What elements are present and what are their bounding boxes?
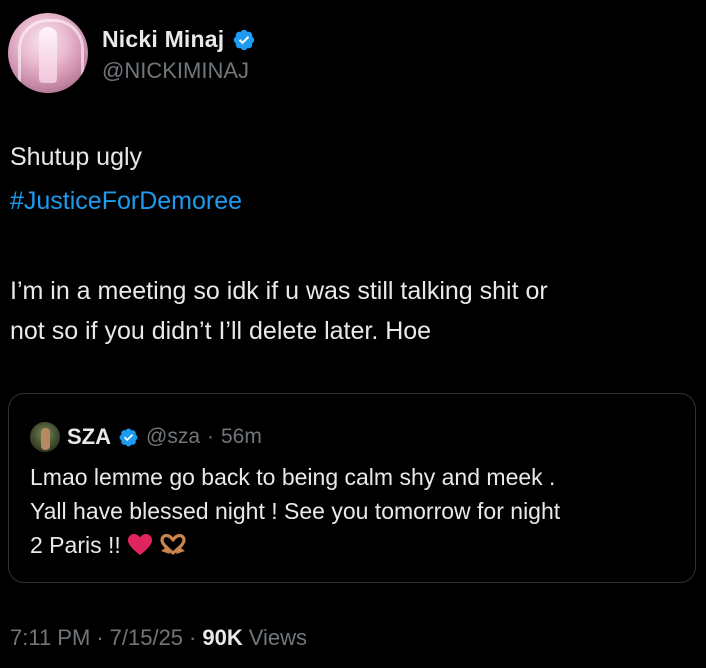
quoted-text-line: Yall have blessed night ! See you tomorr… (30, 498, 561, 524)
author-name[interactable]: Nicki Minaj (102, 26, 224, 53)
verified-badge-icon (234, 29, 255, 50)
quoted-separator: · (207, 425, 214, 448)
meta-separator: · (96, 625, 104, 650)
verified-badge-icon (119, 428, 138, 446)
views-label: Views (248, 625, 308, 650)
quoted-author-avatar (30, 422, 60, 452)
red-heart-icon (127, 532, 153, 566)
tweet-date[interactable]: 7/15/25 (110, 625, 183, 651)
tweet-text-line: not so if you didn’t I’ll delete later. … (10, 317, 432, 345)
meta-separator: · (189, 625, 197, 650)
tweet-text-line: Shutup ugly (10, 143, 143, 171)
quoted-tweet-header: SZA @sza · 56m (30, 422, 262, 452)
heart-hands-icon (159, 532, 187, 566)
tweet-hashtag-link[interactable]: #JusticeForDemoree (10, 184, 242, 218)
author-avatar[interactable] (8, 13, 88, 93)
quoted-avatar-figure (41, 428, 50, 450)
views-count[interactable]: 90K (202, 625, 242, 651)
author-name-row: Nicki Minaj (102, 26, 256, 53)
avatar-figure (39, 27, 57, 83)
quoted-author-name: SZA (67, 424, 111, 449)
tweet-meta-row: 7:11 PM · 7/15/25 · 90K Views (10, 625, 307, 651)
quoted-timestamp: 56m (221, 425, 262, 448)
tweet-time[interactable]: 7:11 PM (10, 625, 90, 651)
quoted-text-line: 2 Paris !! (30, 532, 121, 558)
quoted-text-last-line: 2 Paris !! (30, 528, 187, 566)
tweet-text-line: I’m in a meeting so idk if u was still t… (10, 277, 548, 305)
author-handle[interactable]: @NICKIMINAJ (102, 58, 249, 84)
quoted-author-handle: @sza (146, 425, 200, 448)
quoted-text-line: Lmao lemme go back to being calm shy and… (30, 464, 556, 490)
quoted-tweet-card[interactable]: SZA @sza · 56m Lmao lemme go back to bei… (8, 393, 696, 583)
